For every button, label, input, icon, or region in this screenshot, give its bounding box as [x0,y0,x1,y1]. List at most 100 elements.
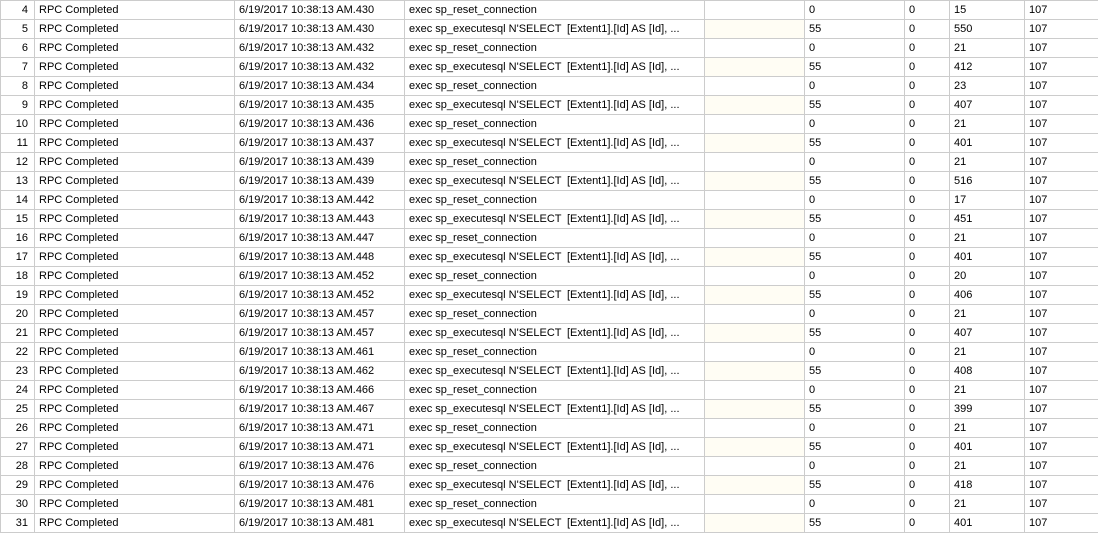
table-row[interactable]: 27RPC Completed6/19/2017 10:38:13 AM.471… [1,438,1098,457]
table-row[interactable]: 6RPC Completed6/19/2017 10:38:13 AM.432e… [1,39,1098,58]
table-row[interactable]: 15RPC Completed6/19/2017 10:38:13 AM.443… [1,210,1098,229]
table-row[interactable]: 7RPC Completed6/19/2017 10:38:13 AM.432e… [1,58,1098,77]
table-row[interactable]: 29RPC Completed6/19/2017 10:38:13 AM.476… [1,476,1098,495]
row-number-cell: 26 [1,419,35,438]
sql-reset-text: exec sp_reset_connection [409,308,537,320]
metric-cell-3: 21 [950,305,1025,324]
highlight-cell [705,1,805,20]
sql-exec-suffix: [Extent1].[Id] AS [Id], ... [567,517,680,529]
table-row[interactable]: 23RPC Completed6/19/2017 10:38:13 AM.462… [1,362,1098,381]
metric-cell-2: 0 [905,134,950,153]
metric-cell-2: 0 [905,324,950,343]
table-row[interactable]: 18RPC Completed6/19/2017 10:38:13 AM.452… [1,267,1098,286]
row-number-cell: 14 [1,191,35,210]
metric-cell-2: 0 [905,1,950,20]
table-row[interactable]: 30RPC Completed6/19/2017 10:38:13 AM.481… [1,495,1098,514]
metric-cell-1: 0 [805,191,905,210]
metric-cell-3: 21 [950,495,1025,514]
event-cell: RPC Completed [35,324,235,343]
row-number-cell: 11 [1,134,35,153]
sql-reset-text: exec sp_reset_connection [409,498,537,510]
row-number-cell: 27 [1,438,35,457]
metric-cell-2: 0 [905,153,950,172]
row-number-cell: 15 [1,210,35,229]
table-row[interactable]: 8RPC Completed6/19/2017 10:38:13 AM.434e… [1,77,1098,96]
metric-cell-1: 55 [805,96,905,115]
metric-cell-1: 55 [805,476,905,495]
table-row[interactable]: 22RPC Completed6/19/2017 10:38:13 AM.461… [1,343,1098,362]
table-row[interactable]: 12RPC Completed6/19/2017 10:38:13 AM.439… [1,153,1098,172]
metric-cell-4: 107 [1025,58,1098,77]
metric-cell-4: 107 [1025,457,1098,476]
highlight-cell [705,210,805,229]
timestamp-cell: 6/19/2017 10:38:13 AM.481 [235,514,405,533]
metric-cell-4: 107 [1025,96,1098,115]
metric-cell-3: 15 [950,1,1025,20]
table-row[interactable]: 14RPC Completed6/19/2017 10:38:13 AM.442… [1,191,1098,210]
table-row[interactable]: 10RPC Completed6/19/2017 10:38:13 AM.436… [1,115,1098,134]
table-row[interactable]: 4RPC Completed6/19/2017 10:38:13 AM.430e… [1,1,1098,20]
metric-cell-4: 107 [1025,39,1098,58]
batch-text-cell: exec sp_reset_connection [405,77,705,96]
sql-exec-prefix: exec sp_executesql N'SELECT [409,137,567,149]
event-cell: RPC Completed [35,134,235,153]
table-row[interactable]: 17RPC Completed6/19/2017 10:38:13 AM.448… [1,248,1098,267]
table-row[interactable]: 21RPC Completed6/19/2017 10:38:13 AM.457… [1,324,1098,343]
trace-grid[interactable]: 4RPC Completed6/19/2017 10:38:13 AM.430e… [0,0,1098,533]
sql-exec-suffix: [Extent1].[Id] AS [Id], ... [567,99,680,111]
event-cell: RPC Completed [35,457,235,476]
batch-text-cell: exec sp_executesql N'SELECT[Extent1].[Id… [405,96,705,115]
metric-cell-3: 406 [950,286,1025,305]
table-row[interactable]: 19RPC Completed6/19/2017 10:38:13 AM.452… [1,286,1098,305]
sql-exec-suffix: [Extent1].[Id] AS [Id], ... [567,251,680,263]
highlight-cell [705,495,805,514]
event-cell: RPC Completed [35,248,235,267]
metric-cell-2: 0 [905,77,950,96]
metric-cell-4: 107 [1025,248,1098,267]
timestamp-cell: 6/19/2017 10:38:13 AM.476 [235,476,405,495]
batch-text-cell: exec sp_reset_connection [405,343,705,362]
metric-cell-1: 0 [805,267,905,286]
table-row[interactable]: 26RPC Completed6/19/2017 10:38:13 AM.471… [1,419,1098,438]
timestamp-cell: 6/19/2017 10:38:13 AM.439 [235,172,405,191]
table-row[interactable]: 9RPC Completed6/19/2017 10:38:13 AM.435e… [1,96,1098,115]
sql-exec-prefix: exec sp_executesql N'SELECT [409,251,567,263]
sql-exec-suffix: [Extent1].[Id] AS [Id], ... [567,441,680,453]
metric-cell-2: 0 [905,58,950,77]
sql-exec-suffix: [Extent1].[Id] AS [Id], ... [567,365,680,377]
event-cell: RPC Completed [35,96,235,115]
metric-cell-3: 21 [950,229,1025,248]
table-row[interactable]: 11RPC Completed6/19/2017 10:38:13 AM.437… [1,134,1098,153]
sql-reset-text: exec sp_reset_connection [409,80,537,92]
metric-cell-3: 21 [950,457,1025,476]
metric-cell-3: 21 [950,419,1025,438]
event-cell: RPC Completed [35,39,235,58]
table-row[interactable]: 5RPC Completed6/19/2017 10:38:13 AM.430e… [1,20,1098,39]
row-number-cell: 9 [1,96,35,115]
metric-cell-1: 0 [805,419,905,438]
metric-cell-4: 107 [1025,210,1098,229]
batch-text-cell: exec sp_executesql N'SELECT[Extent1].[Id… [405,172,705,191]
table-row[interactable]: 16RPC Completed6/19/2017 10:38:13 AM.447… [1,229,1098,248]
highlight-cell [705,229,805,248]
highlight-cell [705,267,805,286]
table-row[interactable]: 24RPC Completed6/19/2017 10:38:13 AM.466… [1,381,1098,400]
sql-reset-text: exec sp_reset_connection [409,346,537,358]
table-row[interactable]: 13RPC Completed6/19/2017 10:38:13 AM.439… [1,172,1098,191]
table-row[interactable]: 20RPC Completed6/19/2017 10:38:13 AM.457… [1,305,1098,324]
table-row[interactable]: 31RPC Completed6/19/2017 10:38:13 AM.481… [1,514,1098,533]
highlight-cell [705,134,805,153]
event-cell: RPC Completed [35,438,235,457]
sql-reset-text: exec sp_reset_connection [409,4,537,16]
batch-text-cell: exec sp_executesql N'SELECT[Extent1].[Id… [405,248,705,267]
sql-exec-prefix: exec sp_executesql N'SELECT [409,403,567,415]
table-row[interactable]: 25RPC Completed6/19/2017 10:38:13 AM.467… [1,400,1098,419]
table-row[interactable]: 28RPC Completed6/19/2017 10:38:13 AM.476… [1,457,1098,476]
sql-exec-suffix: [Extent1].[Id] AS [Id], ... [567,137,680,149]
timestamp-cell: 6/19/2017 10:38:13 AM.436 [235,115,405,134]
metric-cell-1: 0 [805,457,905,476]
metric-cell-4: 107 [1025,438,1098,457]
metric-cell-3: 401 [950,134,1025,153]
row-number-cell: 21 [1,324,35,343]
metric-cell-2: 0 [905,96,950,115]
